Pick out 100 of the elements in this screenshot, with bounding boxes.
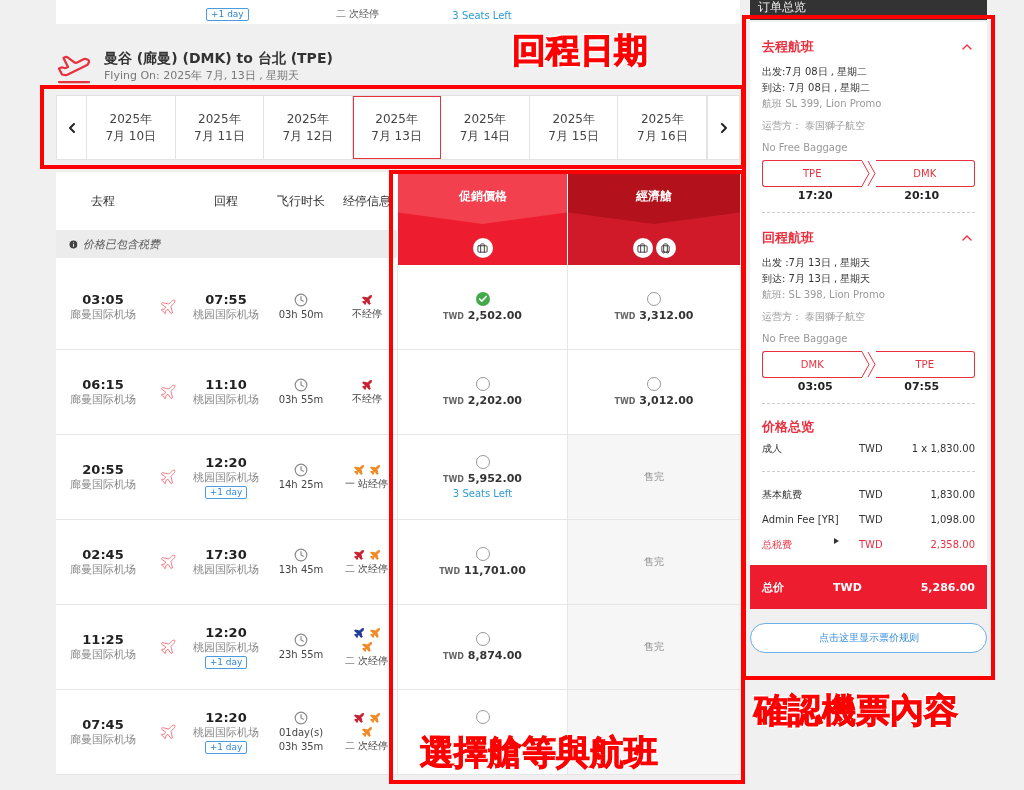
fare-radio[interactable] [647,292,661,306]
airport-name: 廊曼国际机场 [70,478,136,492]
fare-radio[interactable] [475,710,490,724]
fare-radio[interactable] [475,632,490,646]
fare-radio[interactable] [647,377,661,391]
baggage-text: No Free Baggage [762,141,849,155]
amount-text: 1,830.00 [929,489,975,500]
column-header: 经停信息 [341,192,392,210]
next-day-badge: +1 day [204,741,248,754]
sold-out-text: 售完 [644,555,664,569]
departure-time: 03:05 [82,292,124,307]
fare-radio[interactable] [475,292,490,306]
airport-name: 桃园国际机场 [193,726,259,740]
duration-text: 01day(s) [278,726,324,739]
departure-time: 06:15 [82,377,124,392]
column-header: 去程 [90,192,116,210]
price-summary-title: 价格总览 [762,418,815,436]
fare-radio[interactable] [475,377,490,391]
arrival-time: 20:10 [904,189,940,202]
arrival-time: 12:20 [205,710,247,725]
arrival-time: 11:10 [205,377,247,392]
plane-icon [159,383,177,401]
fare-price: TWD 8,874.00 [442,649,522,662]
next-day-badge: +1 day [204,486,248,499]
airport-name: 桃园国际机场 [193,471,259,485]
fare-price: TWD 2,202.00 [442,394,522,407]
seats-left-text: 3 Seats Left [452,488,513,499]
sold-out-text: 售完 [644,470,664,484]
date-tab[interactable]: 2025年 7月 13日 [352,96,442,159]
clock-icon [294,711,308,725]
route-title: 曼谷 (廊曼) (DMK) to 台北 (TPE) [104,50,333,68]
column-header: 回程 [213,192,239,210]
total-amount: 5,286.00 [919,580,975,594]
clock-icon [294,463,308,477]
currency-text: TWD [833,580,863,594]
duration-text: 23h 55m [278,648,324,661]
stops-text: 二 次经停 [344,739,389,752]
passenger-label: 成人 [762,441,783,456]
departure-date: 出发:7月 08日 , 星期二 [762,65,869,79]
airport-name: 廊曼国际机场 [70,393,136,407]
arrival-date: 到达: 7月 13日 , 星期天 [762,272,872,286]
stops-text: 二 次经停 [344,654,389,667]
baggage-text: No Free Baggage [762,332,849,346]
fare-radio[interactable] [475,455,490,469]
annotation-label: 選擇艙等與航班 [420,732,658,772]
plane-icon [159,468,177,486]
fare-rules-button[interactable]: 点击这里显示票价规则 [750,623,987,653]
segment-title: 回程航班 [762,229,814,247]
info-icon [68,238,79,250]
duration-text: 03h 35m [278,740,324,753]
amount-text: 1,098.00 [929,514,975,525]
amount-text: 2,358.00 [929,539,975,550]
arrival-date: 到达: 7月 08日 , 星期二 [762,81,872,95]
flight-number: 航班: SL 398, Lion Promo [762,288,886,302]
arrival-time: 17:30 [205,547,247,562]
annotation-label: 確認機票內容 [754,690,958,730]
fee-label: Admin Fee [YR] [762,514,839,525]
duration-text: 14h 25m [278,478,324,491]
departure-date: 出发 :7月 13日 , 星期天 [762,256,872,270]
fare-title: 促銷價格 [398,172,567,224]
next-day-badge: +1 day [206,8,249,21]
chevron-arrow-icon [861,351,876,378]
clock-icon [294,378,308,392]
flight-number: 航班 SL 399, Lion Promo [762,97,883,111]
currency-text: TWD [859,539,884,550]
stops-text: 二 次经停 [344,562,389,575]
origin-code: DMK [762,351,862,378]
luggage-icon [655,238,676,258]
plane-icon [159,553,177,571]
plane-icon [159,723,177,741]
fare-price: TWD 5,952.00 [442,472,522,485]
departure-time: 02:45 [82,547,124,562]
operator-text: 运营方： 泰国獅子航空 [762,119,867,133]
departure-time: 20:55 [82,462,124,477]
stops-text: 不经停 [351,392,382,405]
stops-text: 一 站经停 [344,477,389,490]
fare-radio[interactable] [475,547,490,561]
tax-note: 价格已包含税费 [56,230,397,258]
departure-time: 17:20 [797,189,833,202]
currency-text: TWD [859,489,884,500]
airport-name: 桃园国际机场 [193,393,259,407]
arrival-time: 07:55 [904,380,940,393]
departure-time: 11:25 [82,632,124,647]
sold-out-text: 售完 [644,640,664,654]
plane-icon [159,638,177,656]
fare-price: TWD 3,012.00 [614,394,694,407]
clock-icon [294,633,308,647]
operator-text: 运营方： 泰国獅子航空 [762,310,867,324]
currency-text: TWD [859,514,884,525]
airport-name: 桃园国际机场 [193,563,259,577]
arrival-time: 12:20 [205,455,247,470]
fare-title: 經濟艙 [568,172,740,224]
suitcase-icon [472,238,493,258]
plane-icon [159,298,177,316]
destination-code: TPE [875,351,975,378]
suitcase-icon [632,238,653,258]
expand-triangle-icon[interactable] [834,537,839,544]
arrival-time: 12:20 [205,625,247,640]
duration-text: 03h 55m [278,393,324,406]
stops-text: 二 次经停 [335,7,379,21]
